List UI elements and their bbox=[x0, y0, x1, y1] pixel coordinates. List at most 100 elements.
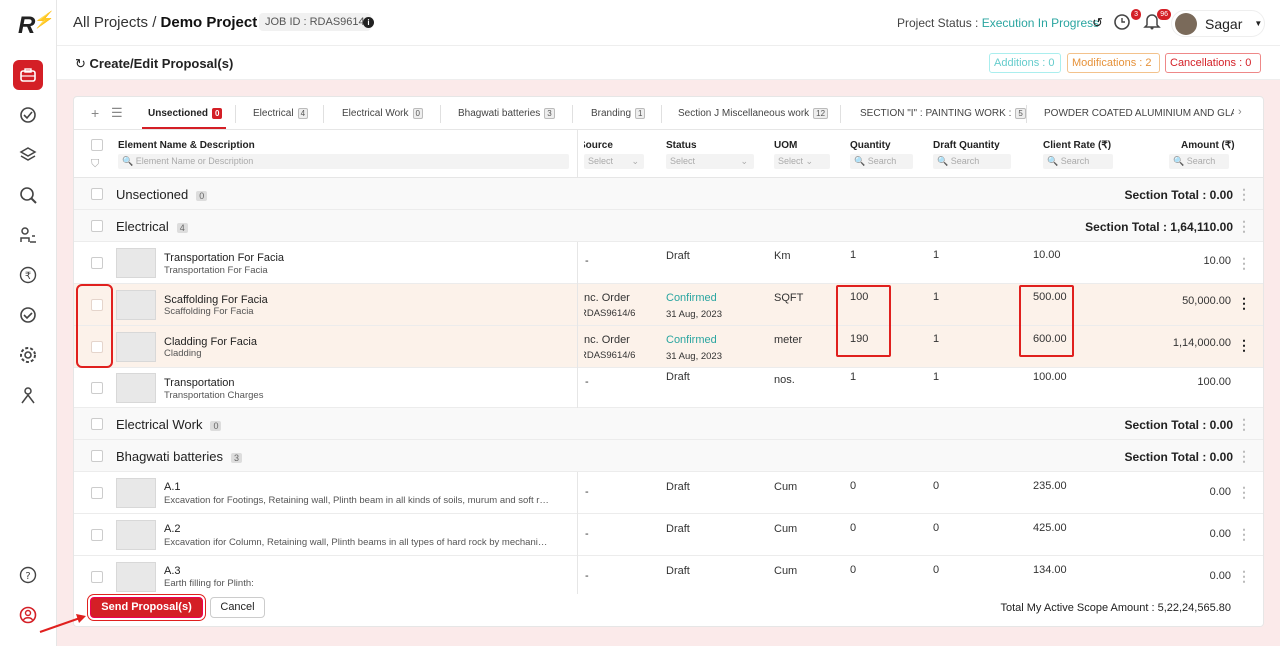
table-row[interactable]: Cladding For Facia Cladding nc. Order RD… bbox=[74, 326, 1263, 368]
row-checkbox[interactable] bbox=[91, 487, 103, 499]
modifications-chip[interactable]: Modifications : 2 bbox=[1067, 53, 1160, 73]
search-analytics-icon[interactable] bbox=[13, 180, 43, 210]
row-checkbox[interactable] bbox=[91, 382, 103, 394]
item-amount: 100.00 bbox=[1197, 376, 1231, 388]
cancellations-chip[interactable]: Cancellations : 0 bbox=[1165, 53, 1261, 73]
rate-search[interactable]: 🔍 Search bbox=[1043, 154, 1113, 169]
section-checkbox[interactable] bbox=[91, 418, 103, 430]
worker-icon[interactable] bbox=[13, 220, 43, 250]
kebab-menu-icon[interactable]: ⋮ bbox=[1237, 255, 1251, 272]
section-name: Electrical 4 bbox=[116, 219, 188, 234]
tab-electrical[interactable]: Electrical 4 bbox=[253, 108, 309, 119]
amount-search[interactable]: 🔍 Search bbox=[1169, 154, 1229, 169]
item-name: A.3 bbox=[164, 565, 181, 577]
column-divider bbox=[577, 130, 578, 178]
annotation-box-rate bbox=[1019, 285, 1074, 357]
item-name: Transportation bbox=[164, 377, 235, 389]
history-icon[interactable]: ↺ bbox=[1092, 15, 1103, 31]
tab-electrical-work[interactable]: Electrical Work 0 bbox=[342, 108, 423, 119]
tab-divider bbox=[840, 105, 841, 123]
item-source: - bbox=[585, 528, 589, 540]
kebab-menu-icon[interactable]: ⋮ bbox=[1237, 218, 1251, 235]
section-label: Bhagwati batteries bbox=[116, 449, 223, 464]
user-menu[interactable]: Sagar ▼ bbox=[1171, 10, 1265, 37]
add-icon[interactable]: + bbox=[91, 105, 99, 121]
item-amount: 0.00 bbox=[1209, 528, 1231, 540]
team-icon[interactable] bbox=[13, 380, 43, 410]
filter-icon[interactable]: ⛉ bbox=[91, 158, 99, 171]
draft-search[interactable]: 🔍 Search bbox=[933, 154, 1011, 169]
approval-icon[interactable] bbox=[13, 300, 43, 330]
tab-unsectioned[interactable]: Unsectioned 0 bbox=[148, 108, 223, 119]
tab-section-j[interactable]: Section J Miscellaneous work 12 bbox=[678, 108, 829, 119]
table-row[interactable]: Transportation Transportation Charges - … bbox=[74, 368, 1263, 408]
footer-bar: Send Proposal(s) Cancel Total My Active … bbox=[74, 594, 1263, 626]
gear-icon[interactable] bbox=[13, 340, 43, 370]
breadcrumb-all-projects[interactable]: All Projects bbox=[73, 14, 148, 31]
uom-select[interactable]: Select ⌄ bbox=[774, 154, 830, 169]
section-count: 0 bbox=[210, 421, 222, 431]
tab-painting[interactable]: SECTION "I" : PAINTING WORK :5 bbox=[860, 108, 1026, 119]
table-row[interactable]: A.3 Earth filling for Plinth: - Draft Cu… bbox=[74, 556, 1263, 598]
section-checkbox[interactable] bbox=[91, 220, 103, 232]
rupee-icon[interactable]: ₹ bbox=[13, 260, 43, 290]
placeholder: Search bbox=[950, 156, 980, 166]
bell-icon[interactable]: 96 bbox=[1143, 9, 1171, 34]
source-select[interactable]: Select ⌄ bbox=[584, 154, 644, 169]
kebab-menu-icon[interactable]: ⋮ bbox=[1237, 186, 1251, 203]
tab-label: Electrical bbox=[253, 108, 294, 119]
item-source-ref: RDAS9614/6 bbox=[584, 350, 636, 361]
item-rate: 235.00 bbox=[1033, 480, 1067, 492]
row-checkbox[interactable] bbox=[91, 571, 103, 583]
check-circle-icon[interactable] bbox=[13, 100, 43, 130]
status-select[interactable]: Select ⌄ bbox=[666, 154, 754, 169]
tab-count: 3 bbox=[544, 108, 555, 119]
cancel-button[interactable]: Cancel bbox=[210, 597, 265, 618]
table-row[interactable]: Transportation For Facia Transportation … bbox=[74, 242, 1263, 284]
table-row[interactable]: Scaffolding For Facia Scaffolding For Fa… bbox=[74, 284, 1263, 326]
tab-count: 5 bbox=[1015, 108, 1026, 119]
clock-alert-icon[interactable]: 3 bbox=[1113, 9, 1141, 34]
section-checkbox[interactable] bbox=[91, 188, 103, 200]
refresh-icon[interactable]: ↻ bbox=[75, 56, 86, 71]
item-source: - bbox=[585, 255, 589, 267]
quantity-search[interactable]: 🔍 Search bbox=[850, 154, 913, 169]
tab-bhagwati[interactable]: Bhagwati batteries 3 bbox=[458, 108, 555, 119]
kebab-menu-icon[interactable]: ⋮ bbox=[1237, 448, 1251, 465]
row-checkbox[interactable] bbox=[91, 257, 103, 269]
item-amount: 1,14,000.00 bbox=[1172, 337, 1231, 349]
kebab-menu-icon[interactable]: ⋮ bbox=[1237, 526, 1251, 543]
help-icon[interactable]: ? bbox=[13, 560, 43, 590]
active-tab-indicator bbox=[142, 127, 226, 129]
tab-label: Electrical Work bbox=[342, 108, 409, 119]
kebab-menu-icon[interactable]: ⋮ bbox=[1237, 568, 1251, 585]
section-row-electrical-work: Electrical Work 0 Section Total : 0.00 ⋮ bbox=[74, 408, 1263, 440]
info-icon[interactable]: i bbox=[363, 17, 374, 28]
kebab-menu-icon[interactable]: ⋮ bbox=[1237, 484, 1251, 501]
kebab-menu-icon[interactable]: ⋮ bbox=[1237, 295, 1251, 312]
kebab-menu-icon[interactable]: ⋮ bbox=[1237, 337, 1251, 354]
item-qty: 0 bbox=[850, 522, 857, 534]
kebab-menu-icon[interactable]: ⋮ bbox=[1237, 416, 1251, 433]
image-placeholder-icon bbox=[116, 332, 156, 362]
tab-branding[interactable]: Branding 1 bbox=[591, 108, 646, 119]
table-row[interactable]: A.2 Excavation ifor Column, Retaining wa… bbox=[74, 514, 1263, 556]
briefcase-icon[interactable] bbox=[13, 60, 43, 90]
element-search-input[interactable]: 🔍 Element Name or Description bbox=[118, 154, 569, 169]
layers-icon[interactable] bbox=[13, 140, 43, 170]
item-uom: Cum bbox=[774, 523, 798, 535]
item-status: Draft bbox=[666, 565, 690, 577]
send-proposals-button[interactable]: Send Proposal(s) bbox=[90, 597, 203, 618]
placeholder: Select bbox=[588, 156, 614, 166]
image-placeholder-icon bbox=[116, 373, 156, 403]
row-checkbox[interactable] bbox=[91, 529, 103, 541]
table-row[interactable]: A.1 Excavation for Footings, Retaining w… bbox=[74, 472, 1263, 514]
additions-chip[interactable]: Additions : 0 bbox=[989, 53, 1061, 73]
app-logo[interactable]: R ⚡ bbox=[18, 12, 53, 40]
avatar bbox=[1175, 12, 1197, 35]
select-all-checkbox[interactable] bbox=[91, 139, 103, 151]
tab-powder-coated[interactable]: POWDER COATED ALUMINIUM AND GLA bbox=[1044, 108, 1234, 119]
section-checkbox[interactable] bbox=[91, 450, 103, 462]
menu-icon[interactable]: ☰ bbox=[111, 105, 123, 121]
chevron-right-icon[interactable]: › bbox=[1238, 106, 1242, 118]
